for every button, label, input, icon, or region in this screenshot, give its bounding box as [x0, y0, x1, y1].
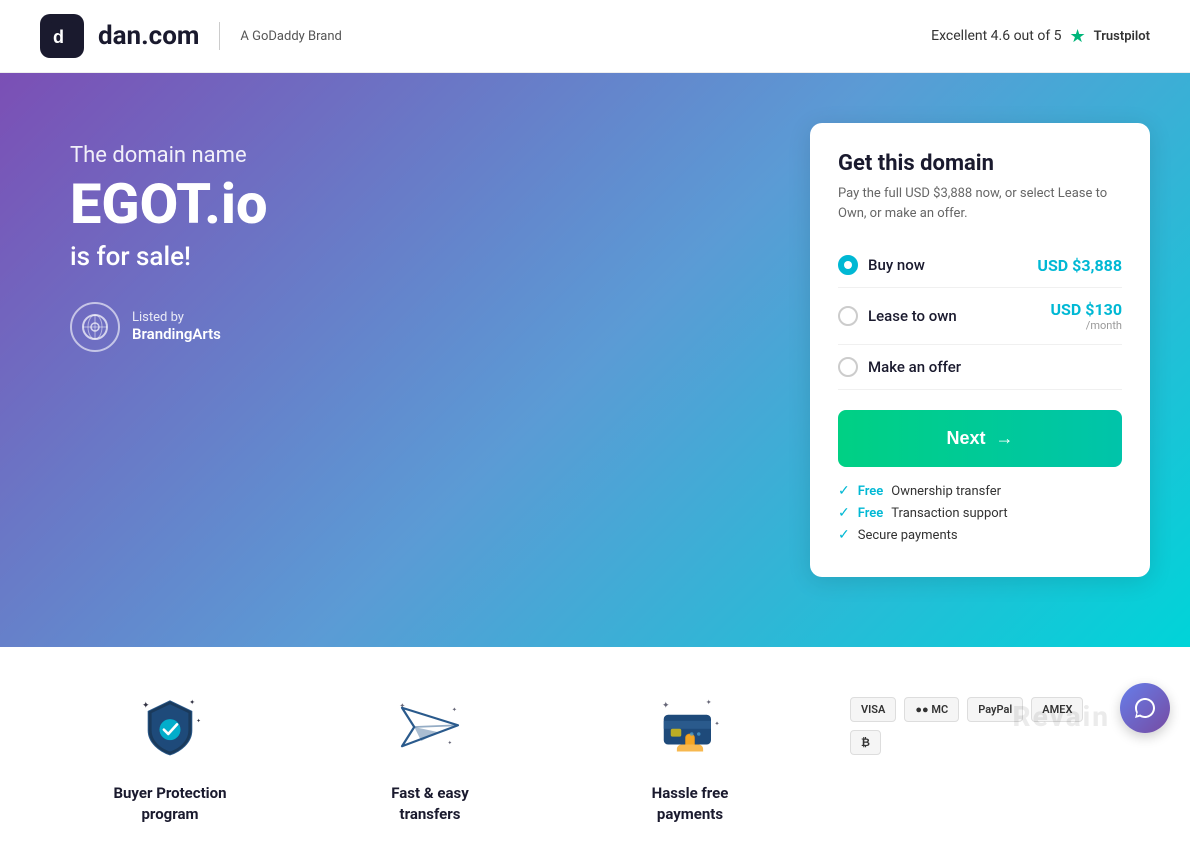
offer-label: Make an offer — [868, 358, 961, 376]
feature-fast-transfers-title: Fast & easytransfers — [391, 783, 469, 825]
chat-button[interactable] — [1120, 683, 1170, 733]
lease-left: Lease to own — [838, 306, 957, 326]
header: d dan.com A GoDaddy Brand Excellent 4.6 … — [0, 0, 1190, 73]
next-button[interactable]: Next → — [838, 410, 1122, 467]
free-desc-3: Secure payments — [858, 528, 958, 543]
free-desc-2: Transaction support — [891, 506, 1007, 521]
free-feature-2: ✓ Free Transaction support — [838, 505, 1122, 521]
btc-icon: ₿ — [850, 730, 881, 755]
shield-icon: ✦ ✦ ✦ — [135, 692, 205, 762]
check-icon-1: ✓ — [838, 483, 850, 499]
fast-transfers-icon-wrap: ✦ ✦ ✦ — [390, 687, 470, 767]
listed-by-name: BrandingArts — [132, 325, 221, 343]
payment-icons-row: VISA ●● MC PayPal AMEX ₿ — [850, 697, 1120, 755]
mc-icon: ●● MC — [904, 697, 959, 722]
offer-left: Make an offer — [838, 357, 961, 377]
paypal-icon: PayPal — [967, 697, 1023, 722]
buyer-protection-icon-wrap: ✦ ✦ ✦ — [130, 687, 210, 767]
buy-now-radio[interactable] — [838, 255, 858, 275]
godaddy-label: A GoDaddy Brand — [240, 29, 341, 44]
free-features: ✓ Free Ownership transfer ✓ Free Transac… — [838, 483, 1122, 543]
card-title: Get this domain — [838, 151, 1122, 176]
feature-buyer-protection-title: Buyer Protectionprogram — [113, 783, 226, 825]
check-icon-2: ✓ — [838, 505, 850, 521]
buy-now-left: Buy now — [838, 255, 925, 275]
next-arrow-icon: → — [996, 428, 1014, 449]
hero-content: The domain name EGOT.io is for sale! Lis… — [70, 133, 810, 352]
trustpilot-area: Excellent 4.6 out of 5 ★ Trustpilot — [931, 26, 1150, 47]
buy-now-label: Buy now — [868, 256, 925, 274]
svg-text:✦: ✦ — [662, 701, 670, 711]
hero-subtitle: The domain name — [70, 143, 810, 168]
free-label-1: Free — [858, 484, 884, 499]
listed-by-label: Listed by — [132, 310, 221, 325]
free-feature-3: ✓ Secure payments — [838, 527, 1122, 543]
amex-icon: AMEX — [1031, 697, 1083, 722]
visa-icon: VISA — [850, 697, 896, 722]
next-label: Next — [946, 428, 985, 449]
hero-domain: EGOT.io — [70, 174, 810, 236]
dan-logo-text: dan.com — [98, 21, 199, 51]
lease-price-wrap: USD $130 /month — [1051, 300, 1123, 332]
card-icon: ✦ ✦ ✦ — [655, 692, 725, 762]
bottom-section: ✦ ✦ ✦ Buyer Protectionprogram ✦ ✦ ✦ — [0, 647, 1190, 865]
trustpilot-rating: Excellent 4.6 out of 5 — [931, 28, 1061, 44]
listed-by-icon — [70, 302, 120, 352]
bottom-right-placeholder: VISA ●● MC PayPal AMEX ₿ — [850, 687, 1120, 755]
listed-by-details: Listed by BrandingArts — [132, 310, 221, 343]
lease-price-sub: /month — [1051, 319, 1123, 332]
buy-now-price: USD $3,888 — [1037, 256, 1122, 275]
header-left: d dan.com A GoDaddy Brand — [40, 14, 342, 58]
buy-now-option[interactable]: Buy now USD $3,888 — [838, 243, 1122, 288]
feature-hassle-free-title: Hassle freepayments — [652, 783, 729, 825]
svg-text:✦: ✦ — [448, 741, 452, 747]
free-label-2: Free — [858, 506, 884, 521]
svg-text:✦: ✦ — [452, 706, 457, 713]
hero-forsale: is for sale! — [70, 242, 810, 272]
plane-icon: ✦ ✦ ✦ — [395, 692, 465, 762]
svg-text:✦: ✦ — [189, 698, 195, 706]
hassle-free-icon-wrap: ✦ ✦ ✦ — [650, 687, 730, 767]
hero-section: The domain name EGOT.io is for sale! Lis… — [0, 73, 1190, 647]
free-desc-1: Ownership transfer — [891, 484, 1001, 499]
lease-option[interactable]: Lease to own USD $130 /month — [838, 288, 1122, 345]
feature-fast-transfers: ✦ ✦ ✦ Fast & easytransfers — [330, 687, 530, 825]
make-offer-option[interactable]: Make an offer — [838, 345, 1122, 390]
listed-by: Listed by BrandingArts — [70, 302, 810, 352]
offer-radio[interactable] — [838, 357, 858, 377]
feature-buyer-protection: ✦ ✦ ✦ Buyer Protectionprogram — [70, 687, 270, 825]
svg-text:✦: ✦ — [706, 698, 712, 706]
card-description: Pay the full USD $3,888 now, or select L… — [838, 184, 1122, 223]
lease-radio[interactable] — [838, 306, 858, 326]
lease-price: USD $130 — [1051, 300, 1123, 319]
lease-label: Lease to own — [868, 307, 957, 325]
domain-card: Get this domain Pay the full USD $3,888 … — [810, 123, 1150, 577]
feature-hassle-free: ✦ ✦ ✦ Hassle freepayments — [590, 687, 790, 825]
svg-text:✦: ✦ — [196, 719, 200, 725]
svg-text:✦: ✦ — [715, 720, 720, 727]
dan-logo-icon: d — [40, 14, 84, 58]
free-feature-1: ✓ Free Ownership transfer — [838, 483, 1122, 499]
check-icon-3: ✓ — [838, 527, 850, 543]
svg-text:d: d — [53, 27, 64, 47]
trustpilot-star-icon: ★ — [1070, 26, 1086, 47]
header-divider — [219, 22, 220, 50]
svg-text:✦: ✦ — [142, 701, 150, 711]
trustpilot-name: Trustpilot — [1094, 29, 1150, 44]
